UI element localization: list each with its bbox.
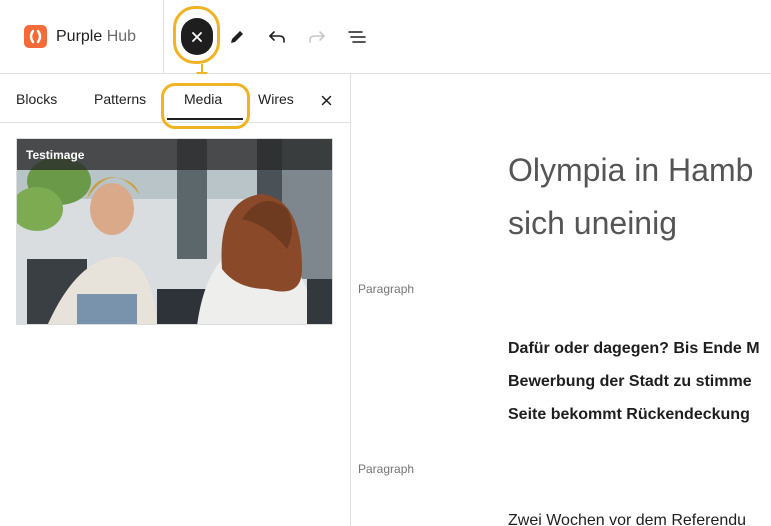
tab-patterns[interactable]: Patterns (94, 91, 146, 107)
lead-line: Dafür oder dagegen? Bis Ende M (508, 340, 760, 357)
media-title: Testimage (17, 139, 332, 170)
lead-line: Bewerbung der Stadt zu stimme (508, 373, 752, 390)
brand-name-first: Purple (56, 28, 103, 45)
close-icon (321, 95, 331, 105)
highlight-ring-media (161, 83, 250, 129)
pencil-icon (231, 31, 243, 43)
brand[interactable]: Purple Hub (0, 0, 164, 73)
brand-logo-icon (24, 25, 47, 48)
lead-line: Seite bekommt Rückendeckung (508, 406, 750, 423)
list-view-button[interactable] (342, 22, 372, 52)
list-view-icon (348, 31, 366, 43)
lead-paragraph[interactable]: Dafür oder dagegen? Bis Ende M Bewerbung… (508, 332, 760, 431)
inserter-tabs: Blocks Patterns Media Wires (0, 74, 350, 129)
redo-button[interactable] (302, 22, 332, 52)
heading-line: sich uneinig (508, 205, 677, 241)
highlight-ring-close (173, 6, 220, 64)
brand-name-second: Hub (102, 28, 137, 45)
tab-wires[interactable]: Wires (258, 91, 294, 107)
brand-name: Purple Hub (56, 28, 136, 46)
undo-button[interactable] (262, 22, 292, 52)
editor-canvas[interactable]: Olympia in Hamb sich uneinig Paragraph D… (351, 74, 771, 526)
heading-line: Olympia in Hamb (508, 152, 754, 188)
inserter-sidebar: Blocks Patterns Media Wires Testimage (0, 74, 351, 526)
media-item[interactable]: Testimage (16, 138, 333, 325)
post-heading[interactable]: Olympia in Hamb sich uneinig (508, 144, 753, 250)
top-toolbar: Purple Hub (0, 0, 771, 74)
block-label-paragraph: Paragraph (358, 462, 415, 476)
tab-blocks[interactable]: Blocks (16, 91, 57, 107)
redo-icon (309, 31, 325, 43)
block-label-paragraph: Paragraph (358, 282, 415, 296)
undo-icon (269, 31, 285, 43)
body-paragraph[interactable]: Zwei Wochen vor dem Referendu (508, 512, 746, 526)
close-sidebar-button[interactable] (316, 90, 336, 110)
edit-tool-button[interactable] (222, 22, 252, 52)
